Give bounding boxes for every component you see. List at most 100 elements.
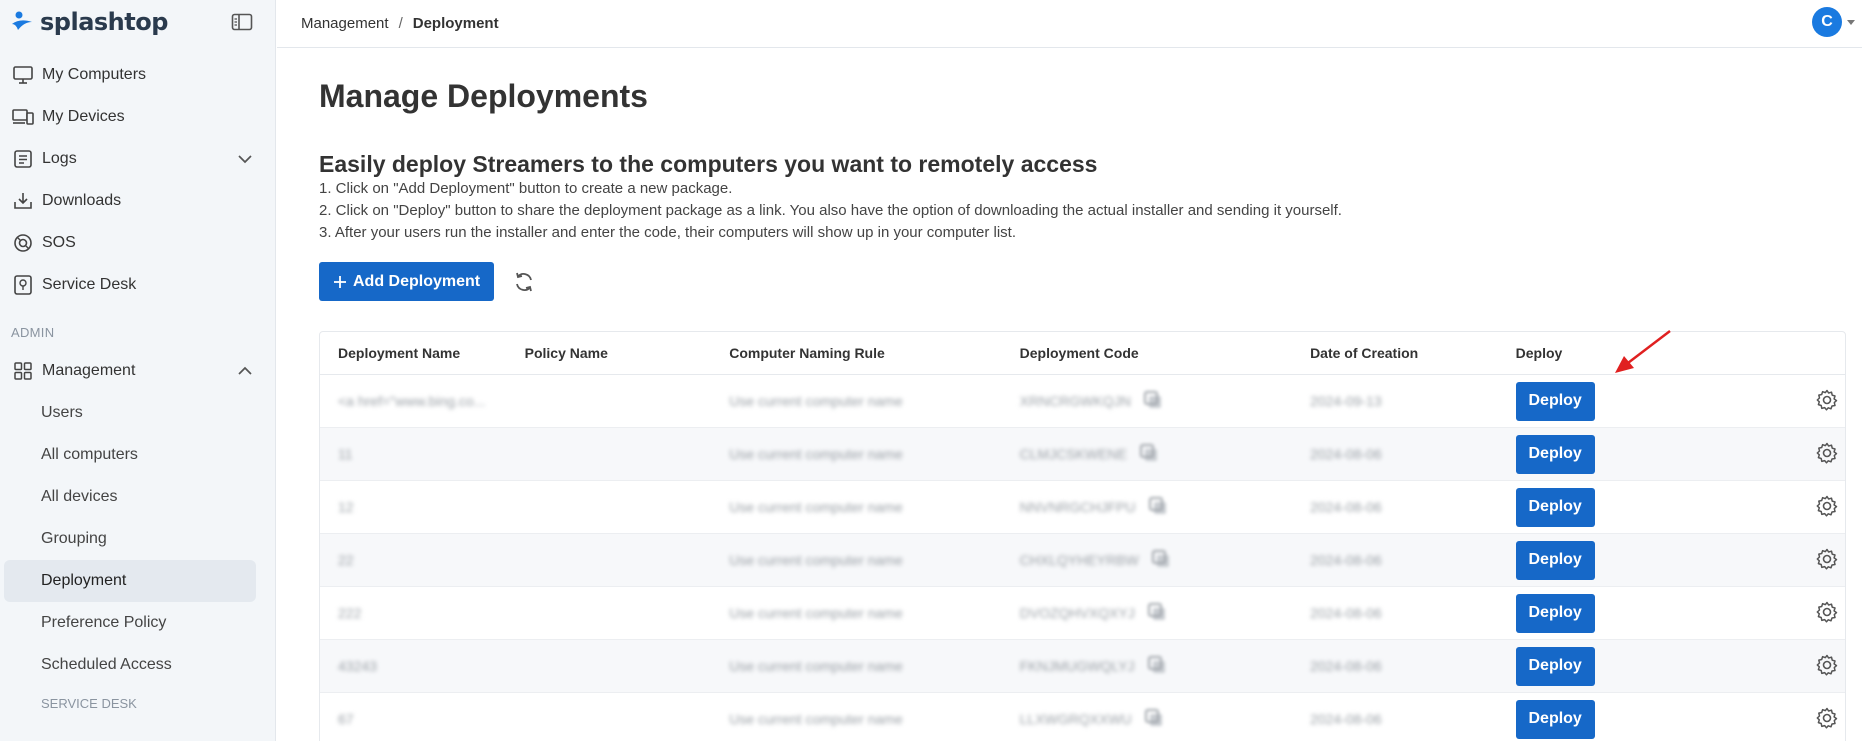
- table-row: 11 Use current computer name CLMJCSKWENE 20…: [320, 428, 1845, 481]
- cell-deployment-name: 67: [338, 711, 354, 727]
- sos-icon: [12, 232, 34, 254]
- gear-icon[interactable]: [1815, 654, 1839, 680]
- sidebar-item-management[interactable]: Management: [0, 350, 275, 392]
- service-desk-section-label: SERVICE DESK: [41, 695, 137, 711]
- sidebar-subitem-users[interactable]: Users: [0, 392, 275, 434]
- sidebar-nav: My Computers My Devices Logs Downloads S…: [0, 54, 275, 720]
- breadcrumb-parent[interactable]: Management: [301, 15, 389, 32]
- table-row: 43243 Use current computer name FKNJMUGWQL…: [320, 640, 1845, 693]
- cell-date-of-creation: 2024-08-06: [1310, 711, 1382, 727]
- cell-date-of-creation: 2024-08-06: [1310, 499, 1382, 515]
- breadcrumb-separator: /: [398, 15, 403, 32]
- cell-deployment-name: 22: [338, 552, 354, 568]
- sidebar-item-label: My Devices: [42, 108, 125, 125]
- header-deployment-name[interactable]: Deployment Name: [320, 345, 525, 361]
- sidebar-collapse-icon[interactable]: [231, 13, 253, 31]
- sidebar-item-label: SOS: [42, 234, 76, 251]
- sidebar: splashtop My Computers My Devices Logs D…: [0, 0, 276, 741]
- deploy-button[interactable]: Deploy: [1515, 381, 1595, 421]
- sidebar-subitem-grouping[interactable]: Grouping: [0, 518, 275, 560]
- download-icon: [12, 190, 34, 212]
- gear-icon[interactable]: [1815, 495, 1839, 521]
- sidebar-subitem-deployment[interactable]: Deployment: [4, 560, 256, 602]
- copy-icon[interactable]: [1147, 602, 1167, 625]
- copy-icon[interactable]: [1143, 390, 1163, 413]
- deploy-button[interactable]: Deploy: [1515, 699, 1595, 739]
- deploy-button[interactable]: Deploy: [1515, 646, 1595, 686]
- sidebar-item-label: My Computers: [42, 66, 147, 83]
- table-row: 67 Use current computer name LLXWGRQXXWU 20…: [320, 693, 1845, 741]
- header-policy-name[interactable]: Policy Name: [525, 345, 730, 361]
- deploy-button[interactable]: Deploy: [1515, 434, 1595, 474]
- annotation-arrow-icon: [1615, 330, 1671, 373]
- copy-icon[interactable]: [1144, 708, 1164, 731]
- cell-date-of-creation: 2024-08-06: [1310, 605, 1382, 621]
- instruction-step-3: 3. After your users run the installer an…: [319, 224, 1017, 241]
- sidebar-subitem-all-computers[interactable]: All computers: [0, 434, 275, 476]
- header-naming-rule[interactable]: Computer Naming Rule: [729, 345, 1019, 361]
- logo-row: splashtop: [0, 0, 275, 44]
- cell-naming-rule: Use current computer name: [729, 446, 903, 462]
- cell-deployment-code: CLMJCSKWENE: [1019, 446, 1127, 462]
- table-row: 222 Use current computer name DVOZQHVXQXYJ…: [320, 587, 1845, 640]
- grid-icon: [12, 360, 34, 382]
- actions-bar: Add Deployment: [319, 262, 1846, 301]
- sidebar-item-my-computers[interactable]: My Computers: [0, 54, 275, 96]
- splashtop-logo[interactable]: splashtop: [10, 8, 168, 36]
- refresh-icon[interactable]: [512, 270, 536, 294]
- sidebar-item-service-desk[interactable]: Service Desk: [0, 264, 275, 306]
- chevron-up-icon[interactable]: [237, 363, 253, 379]
- gear-icon[interactable]: [1815, 442, 1839, 468]
- cell-deployment-code: CHXLQYHEYRBW: [1019, 552, 1139, 568]
- header-date-of-creation[interactable]: Date of Creation: [1310, 345, 1516, 361]
- deployments-table: Deployment Name Policy Name Computer Nam…: [319, 331, 1846, 741]
- cell-deployment-name: 11: [338, 446, 353, 462]
- sidebar-item-downloads[interactable]: Downloads: [0, 180, 275, 222]
- chevron-down-icon[interactable]: [237, 151, 253, 167]
- page-subtitle: Easily deploy Streamers to the computers…: [319, 151, 1098, 177]
- gear-icon[interactable]: [1815, 601, 1839, 627]
- devices-icon: [12, 106, 34, 128]
- topbar: Management / Deployment C: [277, 0, 1862, 48]
- copy-icon[interactable]: [1139, 443, 1159, 466]
- cell-date-of-creation: 2024-08-06: [1310, 658, 1382, 674]
- cell-naming-rule: Use current computer name: [729, 552, 903, 568]
- avatar-caret-icon[interactable]: [1847, 20, 1855, 25]
- cell-naming-rule: Use current computer name: [729, 711, 903, 727]
- gear-icon[interactable]: [1815, 707, 1839, 733]
- copy-icon[interactable]: [1148, 496, 1168, 519]
- cell-deployment-name: 12: [338, 499, 354, 515]
- sidebar-subitem-preference-policy[interactable]: Preference Policy: [0, 602, 275, 644]
- gear-icon[interactable]: [1815, 389, 1839, 415]
- copy-icon[interactable]: [1151, 549, 1171, 572]
- gear-icon[interactable]: [1815, 548, 1839, 574]
- sidebar-item-my-devices[interactable]: My Devices: [0, 96, 275, 138]
- main-content: Manage Deployments Easily deploy Streame…: [319, 48, 1846, 741]
- add-deployment-label: Add Deployment: [353, 272, 481, 290]
- avatar[interactable]: C: [1812, 7, 1842, 37]
- deploy-button[interactable]: Deploy: [1515, 487, 1595, 527]
- sidebar-subitem-all-devices[interactable]: All devices: [0, 476, 275, 518]
- deploy-button[interactable]: Deploy: [1515, 540, 1595, 580]
- instruction-step-2: 2. Click on "Deploy" button to share the…: [319, 202, 1342, 219]
- sidebar-item-label: Service Desk: [42, 276, 137, 293]
- cell-naming-rule: Use current computer name: [729, 658, 903, 674]
- add-deployment-button[interactable]: Add Deployment: [319, 262, 495, 301]
- sidebar-subitem-scheduled-access[interactable]: Scheduled Access: [0, 644, 275, 686]
- sidebar-item-label: Logs: [42, 150, 77, 167]
- brand-name: splashtop: [40, 8, 168, 36]
- cell-naming-rule: Use current computer name: [729, 499, 903, 515]
- cell-date-of-creation: 2024-09-13: [1310, 393, 1382, 409]
- cell-deployment-name: 222: [338, 605, 362, 621]
- page-title: Manage Deployments: [319, 78, 648, 114]
- cell-deployment-code: FKNJMUGWQLYJ: [1019, 658, 1135, 674]
- sidebar-item-logs[interactable]: Logs: [0, 138, 275, 180]
- cell-naming-rule: Use current computer name: [729, 393, 903, 409]
- logs-icon: [12, 148, 34, 170]
- copy-icon[interactable]: [1147, 655, 1167, 678]
- sidebar-item-sos[interactable]: SOS: [0, 222, 275, 264]
- cell-deployment-code: XRNCRGWKQJN: [1019, 393, 1131, 409]
- deploy-button[interactable]: Deploy: [1515, 593, 1595, 633]
- header-deployment-code[interactable]: Deployment Code: [1020, 345, 1310, 361]
- breadcrumb-current: Deployment: [412, 15, 499, 32]
